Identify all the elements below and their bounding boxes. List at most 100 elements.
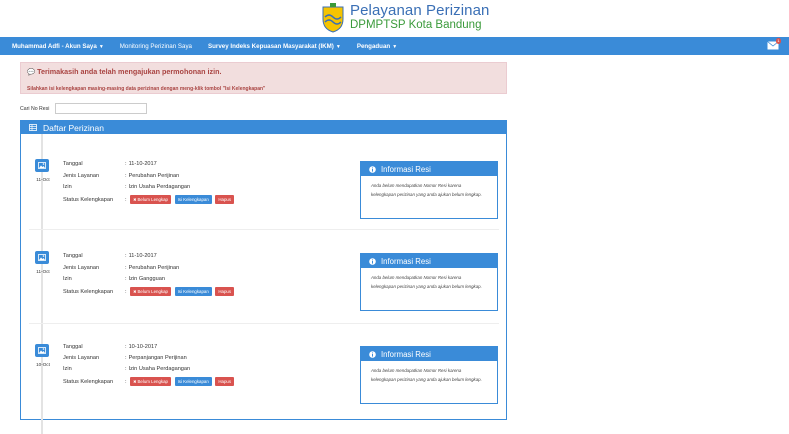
info-resi-card: Informasi Resi Anda belum mendapatkan No…	[360, 346, 498, 404]
label-jenis: Jenis Layanan	[63, 265, 100, 271]
alert-title-text: Terimakasih anda telah mengajukan permoh…	[37, 67, 222, 76]
perizinan-entry: 11-Oct Tanggal:11-10-2017 Jenis Layanan:…	[21, 159, 506, 244]
label-izin: Izin	[63, 366, 72, 372]
row-izin: Izin: Izin Usaha Perdagangan	[63, 366, 190, 372]
timeline-badge	[35, 344, 49, 357]
status-badge-label: Belum Lengkap	[137, 197, 168, 202]
isi-kelengkapan-button[interactable]: Isi Kelengkapan	[174, 287, 212, 296]
panel-header: Daftar Perizinan	[21, 121, 506, 134]
info-resi-title: Informasi Resi	[381, 256, 431, 266]
label-status: Status Kelengkapan	[63, 196, 114, 203]
colon: :	[125, 344, 127, 350]
row-jenis: Jenis Layanan: Perubahan Perijinan	[63, 265, 179, 271]
info-icon	[369, 257, 376, 265]
label-status: Status Kelengkapan	[63, 378, 114, 385]
value-jenis: Perpanjangan Perijinan	[128, 355, 187, 361]
info-resi-body: Anda belum mendapatkan Nomor Resi karena…	[371, 275, 482, 289]
nav-survey-menu[interactable]: Survey Indeks Kepuasan Masyarakat (IKM) ▼	[208, 43, 341, 50]
label-izin: Izin	[63, 276, 72, 282]
info-resi-card: Informasi Resi Anda belum mendapatkan No…	[360, 161, 498, 219]
value-izin: Izin Usaha Perdagangan	[128, 366, 191, 372]
entry-divider	[29, 229, 499, 230]
row-status: Status Kelengkapan: ✖Belum Lengkap Isi K…	[63, 195, 236, 204]
timeline-date: 10-Oct	[36, 362, 50, 367]
row-izin: Izin: Izin Gangguan	[63, 276, 165, 282]
bandung-logo-icon[interactable]	[321, 3, 345, 33]
label-tanggal: Tanggal	[63, 161, 83, 167]
row-izin: Izin: Izin Usaha Perdagangan	[63, 184, 190, 190]
info-resi-card: Informasi Resi Anda belum mendapatkan No…	[360, 253, 498, 311]
nav-monitoring-label: Monitoring Perizinan Saya	[119, 42, 192, 50]
caret-down-icon: ▼	[98, 43, 104, 50]
status-badge: ✖Belum Lengkap	[130, 195, 171, 204]
brand-subtitle: DPMPTSP Kota Bandung	[350, 19, 482, 31]
timeline-date: 11-Oct	[36, 177, 50, 182]
colon: :	[125, 276, 127, 282]
nav-account-menu[interactable]: Muhammad Adfi - Akun Saya ▼	[12, 43, 104, 50]
hapus-button[interactable]: Hapus	[215, 377, 235, 386]
value-jenis: Perubahan Perijinan	[128, 173, 180, 179]
row-tanggal: Tanggal:10-10-2017	[63, 344, 157, 350]
image-icon	[38, 254, 46, 261]
label-tanggal: Tanggal	[63, 344, 83, 350]
value-tanggal: 11-10-2017	[128, 161, 157, 167]
hapus-button[interactable]: Hapus	[215, 195, 235, 204]
label-tanggal: Tanggal	[63, 253, 83, 259]
main-navbar: Muhammad Adfi - Akun Saya ▼ Monitoring Pe…	[0, 37, 789, 55]
colon: :	[125, 265, 127, 271]
value-izin: Izin Usaha Perdagangan	[128, 184, 191, 190]
value-tanggal: 11-10-2017	[128, 253, 157, 259]
close-icon: ✖	[133, 289, 137, 294]
label-izin: Izin	[63, 184, 72, 190]
status-badge-label: Belum Lengkap	[137, 379, 168, 384]
comment-icon: 💬	[27, 69, 36, 76]
value-izin: Izin Gangguan	[128, 276, 165, 282]
info-resi-header: Informasi Resi	[361, 162, 497, 176]
search-resi-input[interactable]	[55, 103, 147, 114]
colon: :	[125, 184, 127, 190]
daftar-perizinan-panel: Daftar Perizinan 11-Oct Tanggal:11-10-20…	[20, 120, 507, 434]
row-jenis: Jenis Layanan: Perpanjangan Perijinan	[63, 355, 187, 361]
brand-title: Pelayanan Perizinan	[350, 2, 490, 19]
label-status: Status Kelengkapan	[63, 288, 114, 295]
colon: :	[125, 173, 127, 179]
entry-divider	[29, 323, 499, 324]
brand[interactable]: Pelayanan Perizinan DPMPTSP Kota Bandung	[350, 3, 490, 32]
search-label: Cari No Resi	[20, 106, 50, 112]
value-tanggal: 10-10-2017	[128, 344, 158, 350]
isi-kelengkapan-button[interactable]: Isi Kelengkapan	[174, 377, 212, 386]
status-badge-label: Belum Lengkap	[137, 289, 168, 294]
row-status: Status Kelengkapan: ✖Belum Lengkap Isi K…	[63, 287, 236, 296]
nav-account-label: Muhammad Adfi - Akun Saya	[12, 42, 97, 50]
label-jenis: Jenis Layanan	[63, 355, 100, 361]
info-resi-body: Anda belum mendapatkan Nomor Resi karena…	[371, 368, 482, 382]
value-jenis: Perubahan Perijinan	[128, 265, 180, 271]
panel-title: Daftar Perizinan	[43, 122, 104, 133]
nav-monitoring[interactable]: Monitoring Perizinan Saya	[120, 43, 192, 50]
timeline-badge	[35, 159, 49, 172]
colon: :	[125, 253, 127, 259]
colon: :	[125, 288, 127, 295]
site-header: Pelayanan Perizinan DPMPTSP Kota Bandung	[0, 0, 789, 37]
alert-title: 💬 Terimakasih anda telah mengajukan perm…	[27, 67, 500, 76]
hapus-button[interactable]: Hapus	[215, 287, 235, 296]
colon: :	[125, 161, 127, 167]
close-icon: ✖	[133, 379, 137, 384]
colon: :	[125, 355, 127, 361]
info-resi-header: Informasi Resi	[361, 347, 497, 361]
message-count-badge: 1	[775, 38, 781, 44]
isi-kelengkapan-button[interactable]: Isi Kelengkapan	[174, 195, 212, 204]
table-icon	[29, 124, 37, 131]
colon: :	[125, 366, 127, 372]
nav-pengaduan-menu[interactable]: Pengaduan ▼	[357, 43, 397, 50]
info-icon	[369, 350, 376, 358]
caret-down-icon: ▼	[392, 43, 398, 50]
info-icon	[369, 165, 376, 173]
nav-pengaduan-label: Pengaduan	[356, 42, 391, 50]
info-resi-title: Informasi Resi	[381, 349, 431, 359]
alert-subtitle: Silahkan isi kelengkapan masing-masing d…	[27, 86, 266, 92]
colon: :	[125, 378, 127, 385]
image-icon	[38, 347, 46, 354]
success-alert: 💬 Terimakasih anda telah mengajukan perm…	[20, 62, 507, 94]
nav-survey-label: Survey Indeks Kepuasan Masyarakat (IKM)	[208, 42, 334, 50]
